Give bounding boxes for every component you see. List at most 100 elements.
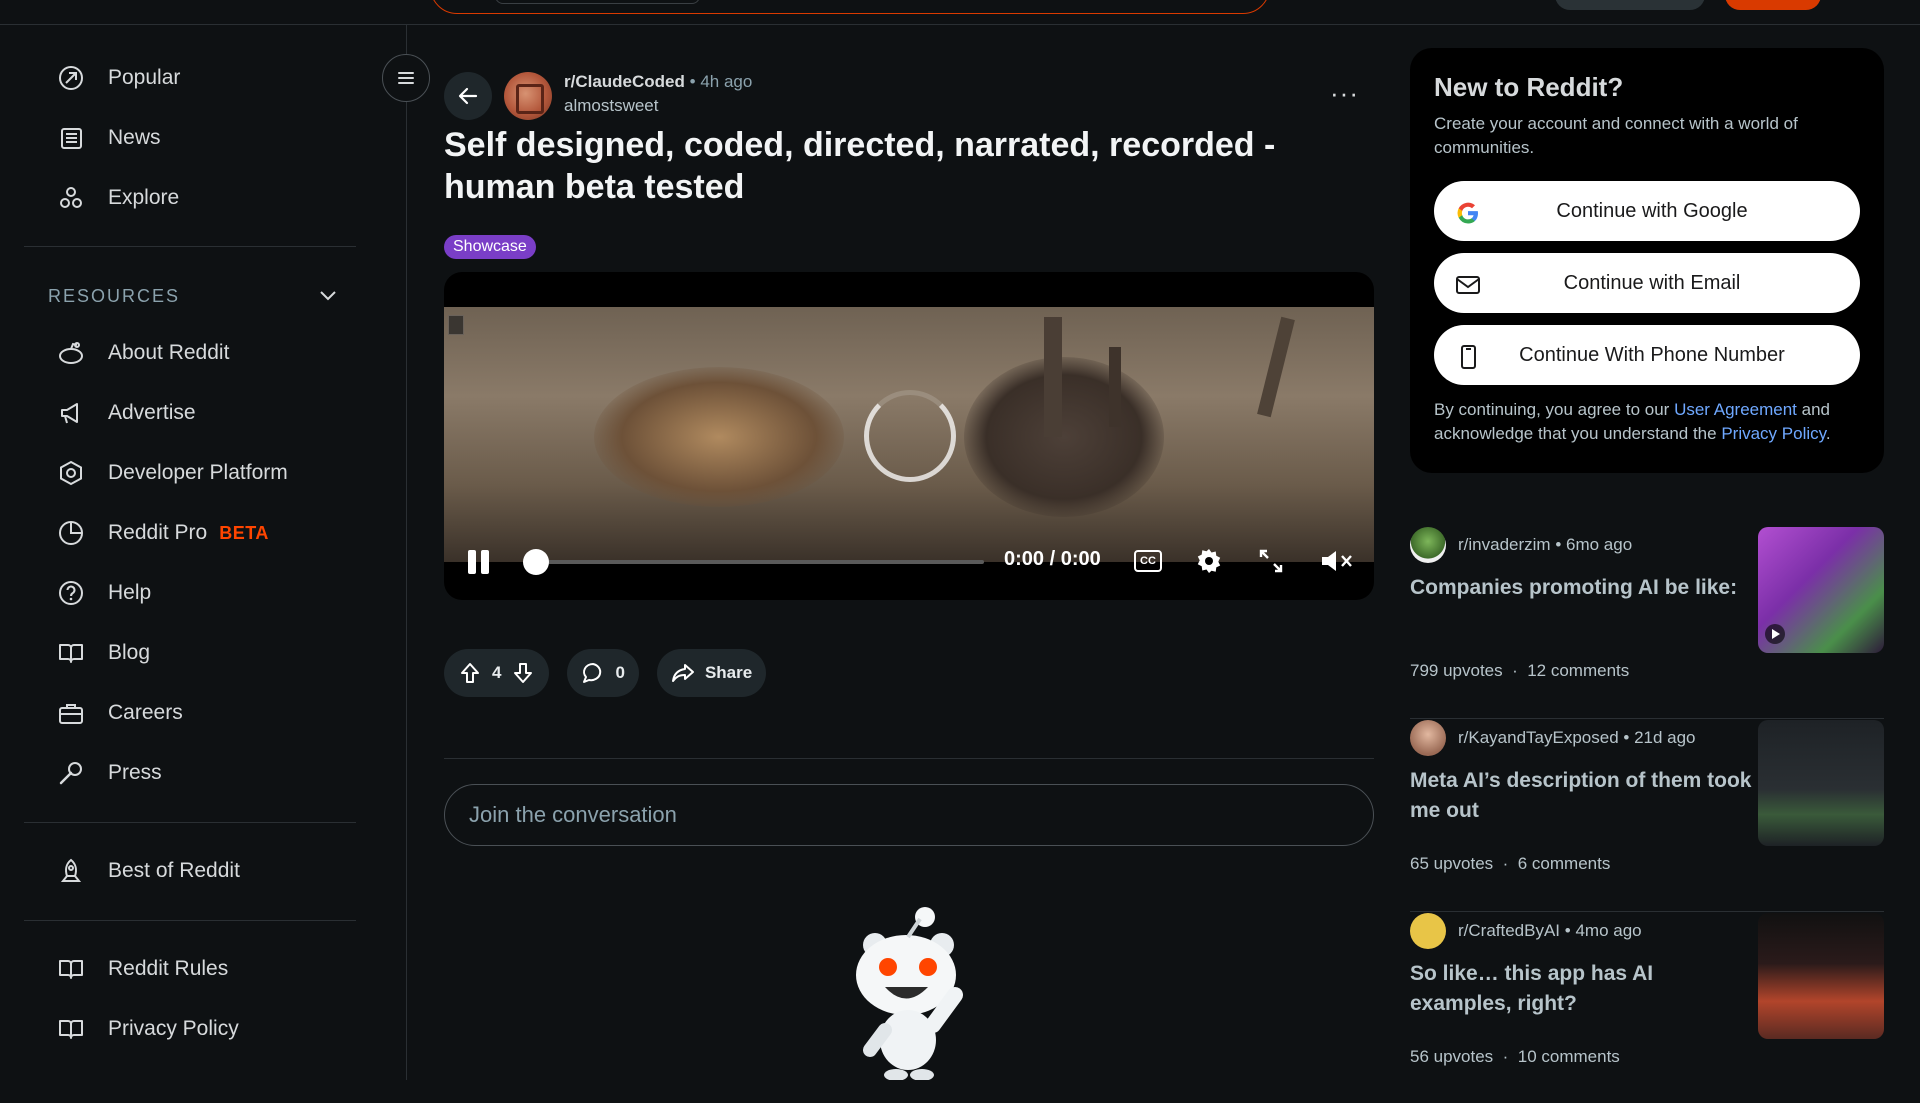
phone-icon (1461, 345, 1476, 369)
book-icon (56, 638, 86, 668)
privacy-policy-link[interactable]: Privacy Policy (1721, 424, 1826, 443)
related-title[interactable]: So like… this app has AI examples, right… (1410, 959, 1755, 1019)
phone-button-label: Continue With Phone Number (1519, 343, 1785, 366)
share-button[interactable]: Share (656, 649, 767, 697)
sidebar-item-news[interactable]: News (24, 112, 356, 164)
user-agreement-link[interactable]: User Agreement (1674, 400, 1797, 419)
video-player[interactable]: 0:00 / 0:00 CC (444, 272, 1374, 600)
sidebar-item-advertise[interactable]: Advertise (24, 387, 356, 439)
subreddit-avatar[interactable] (504, 72, 552, 120)
signup-description: Create your account and connect with a w… (1434, 114, 1798, 157)
captions-button[interactable]: CC (1134, 550, 1162, 572)
post-meta: r/ClaudeCoded • 4h ago almostsweet (564, 72, 752, 116)
subreddit-avatar (1410, 720, 1446, 756)
related-post[interactable]: r/KayandTayExposed • 21d ago Meta AI’s d… (1410, 720, 1884, 910)
sidebar-divider (24, 822, 356, 823)
sidebar-item-label: Popular (108, 66, 181, 89)
menu-icon (398, 72, 414, 84)
sidebar-item-popular[interactable]: Popular (24, 52, 356, 104)
sidebar-item-label: Explore (108, 186, 180, 209)
briefcase-icon (56, 698, 86, 728)
video-scene (1109, 347, 1121, 427)
related-title[interactable]: Meta AI’s description of them took me ou… (1410, 766, 1755, 826)
related-stats: 56 upvotes · 10 comments (1410, 1047, 1620, 1066)
play-icon (1765, 624, 1785, 644)
comments-button[interactable]: 0 (567, 649, 639, 697)
sidebar-item-privacy-policy[interactable]: Privacy Policy (24, 1003, 356, 1055)
downvote-icon[interactable] (511, 661, 535, 685)
pause-button[interactable] (468, 550, 490, 574)
popular-icon (56, 63, 86, 93)
gear-icon[interactable] (1194, 546, 1224, 576)
seek-bar[interactable] (534, 560, 984, 564)
related-subreddit[interactable]: r/invaderzim (1458, 535, 1551, 554)
sidebar-item-label: Reddit Rules (108, 957, 229, 980)
upvote-icon[interactable] (458, 661, 482, 685)
related-thumbnail (1758, 527, 1884, 653)
mail-icon (1456, 276, 1480, 294)
video-scene (1044, 317, 1062, 437)
sidebar-item-label: Blog (108, 641, 151, 664)
sidebar-item-about-reddit[interactable]: About Reddit (24, 327, 356, 379)
search-chip[interactable] (495, 0, 700, 4)
login-button[interactable] (1725, 0, 1821, 10)
sidebar-item-explore[interactable]: Explore (24, 172, 356, 224)
video-controls: 0:00 / 0:00 CC (444, 540, 1374, 580)
collapse-sidebar-button[interactable] (382, 54, 430, 102)
get-app-button[interactable] (1555, 0, 1705, 10)
sidebar-item-press[interactable]: Press (24, 747, 356, 799)
sidebar-item-help[interactable]: Help (24, 567, 356, 619)
related-thumbnail (1758, 913, 1884, 1039)
vote-count: 4 (492, 663, 502, 682)
sidebar-item-reddit-rules[interactable]: Reddit Rules (24, 943, 356, 995)
legal-prefix: By continuing, you agree to our (1434, 400, 1670, 419)
seek-handle[interactable] (523, 549, 549, 575)
resources-toggle[interactable]: RESOURCES (48, 282, 338, 310)
sidebar-item-developer-platform[interactable]: Developer Platform (24, 447, 356, 499)
rocket-icon (56, 856, 86, 886)
related-post[interactable]: r/invaderzim • 6mo ago Companies promoti… (1410, 527, 1884, 717)
comment-count: 0 (615, 663, 625, 682)
video-scene (594, 367, 844, 507)
sidebar-item-blog[interactable]: Blog (24, 627, 356, 679)
related-subreddit[interactable]: r/CraftedByAI (1458, 921, 1560, 940)
related-comments: 6 comments (1517, 854, 1611, 873)
sidebar-item-reddit-pro[interactable]: Reddit Pro BETA (24, 507, 356, 559)
reddit-alien-icon (56, 338, 86, 368)
top-bar (0, 0, 1920, 25)
video-scene (1257, 316, 1295, 418)
subreddit-link[interactable]: r/ClaudeCoded (564, 72, 685, 91)
related-post[interactable]: r/CraftedByAI • 4mo ago So like… this ap… (1410, 913, 1884, 1103)
author-link[interactable]: almostsweet (564, 96, 752, 116)
resources-heading: RESOURCES (48, 285, 181, 306)
help-icon (56, 578, 86, 608)
post-title: Self designed, coded, directed, narrated… (444, 126, 1276, 206)
related-title[interactable]: Companies promoting AI be like: (1410, 573, 1755, 603)
post-flair[interactable]: Showcase (444, 235, 536, 259)
mute-icon[interactable] (1320, 548, 1354, 574)
continue-with-google-button[interactable]: Continue with Google (1434, 181, 1860, 241)
related-time: 21d ago (1634, 728, 1696, 747)
more-options-button[interactable]: ··· (1330, 78, 1359, 109)
microphone-icon (56, 758, 86, 788)
signup-card: New to Reddit? Create your account and c… (1410, 48, 1884, 473)
continue-with-phone-button[interactable]: Continue With Phone Number (1434, 325, 1860, 385)
related-comments: 10 comments (1517, 1047, 1620, 1066)
continue-with-email-button[interactable]: Continue with Email (1434, 253, 1860, 313)
comment-icon (583, 663, 602, 683)
related-divider (1410, 718, 1884, 719)
google-button-label: Continue with Google (1556, 199, 1748, 222)
beta-badge: BETA (219, 522, 269, 543)
related-subreddit[interactable]: r/KayandTayExposed (1458, 728, 1619, 747)
related-meta: r/KayandTayExposed • 21d ago (1458, 728, 1696, 747)
back-button[interactable] (444, 72, 492, 120)
sidebar-item-best-of-reddit[interactable]: Best of Reddit (24, 845, 356, 897)
sidebar-item-label: Best of Reddit (108, 859, 240, 882)
comment-input[interactable]: Join the conversation (444, 784, 1374, 846)
signup-legal-text: By continuing, you agree to our User Agr… (1434, 398, 1864, 446)
sidebar-item-careers[interactable]: Careers (24, 687, 356, 739)
related-upvotes: 799 upvotes (1410, 661, 1503, 680)
sidebar-divider (24, 246, 356, 247)
signup-title: New to Reddit? (1434, 72, 1624, 102)
fullscreen-icon[interactable] (1258, 548, 1284, 574)
